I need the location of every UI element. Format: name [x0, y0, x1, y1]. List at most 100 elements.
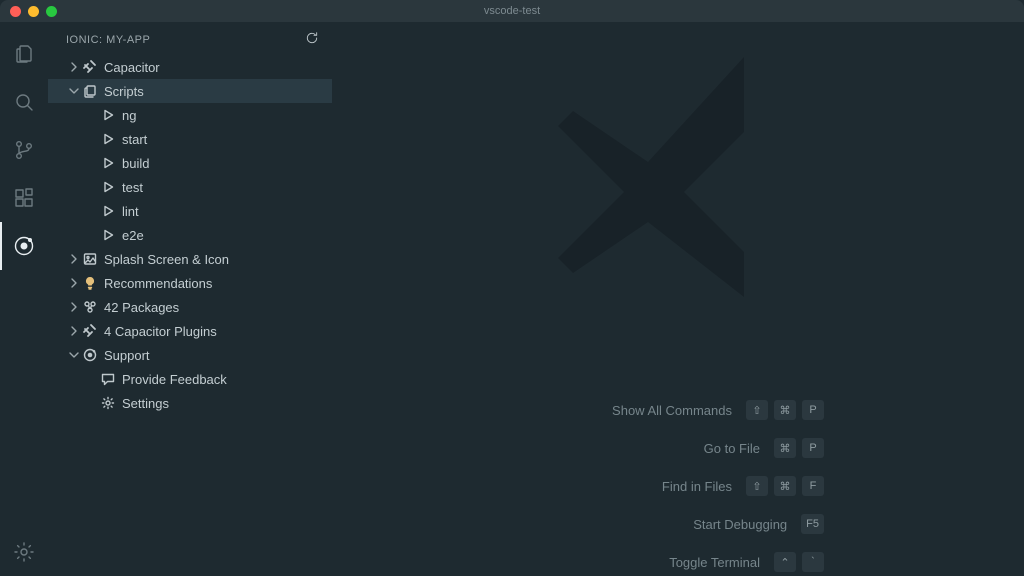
play-icon	[100, 203, 116, 219]
manage-activity[interactable]	[0, 528, 48, 576]
keycap: F5	[801, 514, 824, 534]
files-icon	[12, 42, 36, 66]
ionic-icon	[82, 347, 98, 363]
play-icon	[100, 107, 116, 123]
keycap: ⇧	[746, 400, 768, 420]
chevron-right-icon	[66, 275, 82, 291]
tree-label: test	[122, 180, 143, 195]
tree-item-recommendations[interactable]: Recommendations	[48, 271, 332, 295]
tree-item-feedback[interactable]: Provide Feedback	[48, 367, 332, 391]
tree-item-script[interactable]: ng	[48, 103, 332, 127]
window-title: vscode-test	[0, 5, 1024, 17]
tree-label: Splash Screen & Icon	[104, 252, 229, 267]
welcome-shortcuts: Show All Commands⇧⌘PGo to File⌘PFind in …	[612, 400, 824, 572]
search-activity[interactable]	[0, 78, 48, 126]
shortcut-label: Toggle Terminal	[669, 555, 760, 570]
vscode-watermark	[528, 27, 828, 332]
tree-label: Settings	[122, 396, 169, 411]
zoom-window-button[interactable]	[46, 6, 57, 17]
keycap: P	[802, 400, 824, 420]
tree-item-script[interactable]: lint	[48, 199, 332, 223]
shortcut-label: Find in Files	[662, 479, 732, 494]
ionic-icon	[12, 234, 36, 258]
shortcut-row: Toggle Terminal ⌃ `	[669, 552, 824, 572]
extensions-icon	[12, 186, 36, 210]
shortcut-row: Find in Files ⇧ ⌘ F	[662, 476, 824, 496]
tree-label: Recommendations	[104, 276, 212, 291]
vscode-logo-icon	[528, 27, 828, 327]
close-window-button[interactable]	[10, 6, 21, 17]
window-controls	[10, 6, 57, 17]
editor-area: Show All Commands⇧⌘PGo to File⌘PFind in …	[332, 22, 1024, 576]
ionic-activity[interactable]	[0, 222, 48, 270]
keycap: ⇧	[746, 476, 768, 496]
keycap: P	[802, 438, 824, 458]
tree-item-splash[interactable]: Splash Screen & Icon	[48, 247, 332, 271]
play-icon	[100, 179, 116, 195]
tree-item-script[interactable]: build	[48, 151, 332, 175]
chevron-right-icon	[66, 299, 82, 315]
keycap: ⌘	[774, 400, 796, 420]
explorer-activity[interactable]	[0, 30, 48, 78]
tree-label: lint	[122, 204, 139, 219]
comment-icon	[100, 371, 116, 387]
panel-header: IONIC: MY-APP	[48, 22, 332, 55]
shortcut-label: Show All Commands	[612, 403, 732, 418]
chevron-down-icon	[66, 83, 82, 99]
tree-label: e2e	[122, 228, 144, 243]
gear-icon	[12, 540, 36, 564]
tree-item-packages[interactable]: 42 Packages	[48, 295, 332, 319]
tree-item-script[interactable]: e2e	[48, 223, 332, 247]
titlebar: vscode-test	[0, 0, 1024, 22]
refresh-icon	[304, 30, 320, 46]
play-icon	[100, 131, 116, 147]
chevron-right-icon	[66, 251, 82, 267]
keycap: ⌘	[774, 476, 796, 496]
shortcut-keys: ⌘P	[774, 438, 824, 458]
gear-icon	[100, 395, 116, 411]
shortcut-keys: ⇧ ⌘ F	[746, 476, 824, 496]
copy-icon	[82, 83, 98, 99]
panel-title: IONIC: MY-APP	[66, 34, 150, 46]
capacitor-icon	[82, 323, 98, 339]
tree-item-scripts[interactable]: Scripts	[48, 79, 332, 103]
shortcut-label: Start Debugging	[693, 517, 787, 532]
tree-item-capacitor[interactable]: Capacitor	[48, 55, 332, 79]
shortcut-keys: ⇧ ⌘ P	[746, 400, 824, 420]
activity-bar	[0, 22, 48, 576]
tree-label: Capacitor	[104, 60, 160, 75]
tree-label: 42 Packages	[104, 300, 179, 315]
refresh-button[interactable]	[304, 30, 320, 49]
search-icon	[12, 90, 36, 114]
keycap: ⌃	[774, 552, 796, 572]
tree-item-settings[interactable]: Settings	[48, 391, 332, 415]
packages-icon	[82, 299, 98, 315]
keycap: `	[802, 552, 824, 572]
play-icon	[100, 155, 116, 171]
tree-item-plugins[interactable]: 4 Capacitor Plugins	[48, 319, 332, 343]
shortcut-row: Go to File⌘P	[704, 438, 824, 458]
capacitor-icon	[82, 59, 98, 75]
lightbulb-icon	[82, 275, 98, 291]
source-control-activity[interactable]	[0, 126, 48, 174]
tree-label: build	[122, 156, 149, 171]
tree: Capacitor Scripts ng start build test lint e2…	[48, 55, 332, 576]
extensions-activity[interactable]	[0, 174, 48, 222]
chevron-down-icon	[66, 347, 82, 363]
minimize-window-button[interactable]	[28, 6, 39, 17]
shortcut-label: Go to File	[704, 441, 760, 456]
tree-label: start	[122, 132, 147, 147]
tree-label: 4 Capacitor Plugins	[104, 324, 217, 339]
keycap: F	[802, 476, 824, 496]
shortcut-row: Show All Commands ⇧ ⌘ P	[612, 400, 824, 420]
shortcut-keys: F5	[801, 514, 824, 534]
tree-item-script[interactable]: start	[48, 127, 332, 151]
side-panel: IONIC: MY-APP Capacitor Scripts ng start b…	[48, 22, 332, 576]
keycap: ⌘	[774, 438, 796, 458]
tree-item-script[interactable]: test	[48, 175, 332, 199]
tree-label: Scripts	[104, 84, 144, 99]
main-area: IONIC: MY-APP Capacitor Scripts ng start b…	[0, 22, 1024, 576]
tree-label: ng	[122, 108, 136, 123]
branch-icon	[12, 138, 36, 162]
tree-item-support[interactable]: Support	[48, 343, 332, 367]
